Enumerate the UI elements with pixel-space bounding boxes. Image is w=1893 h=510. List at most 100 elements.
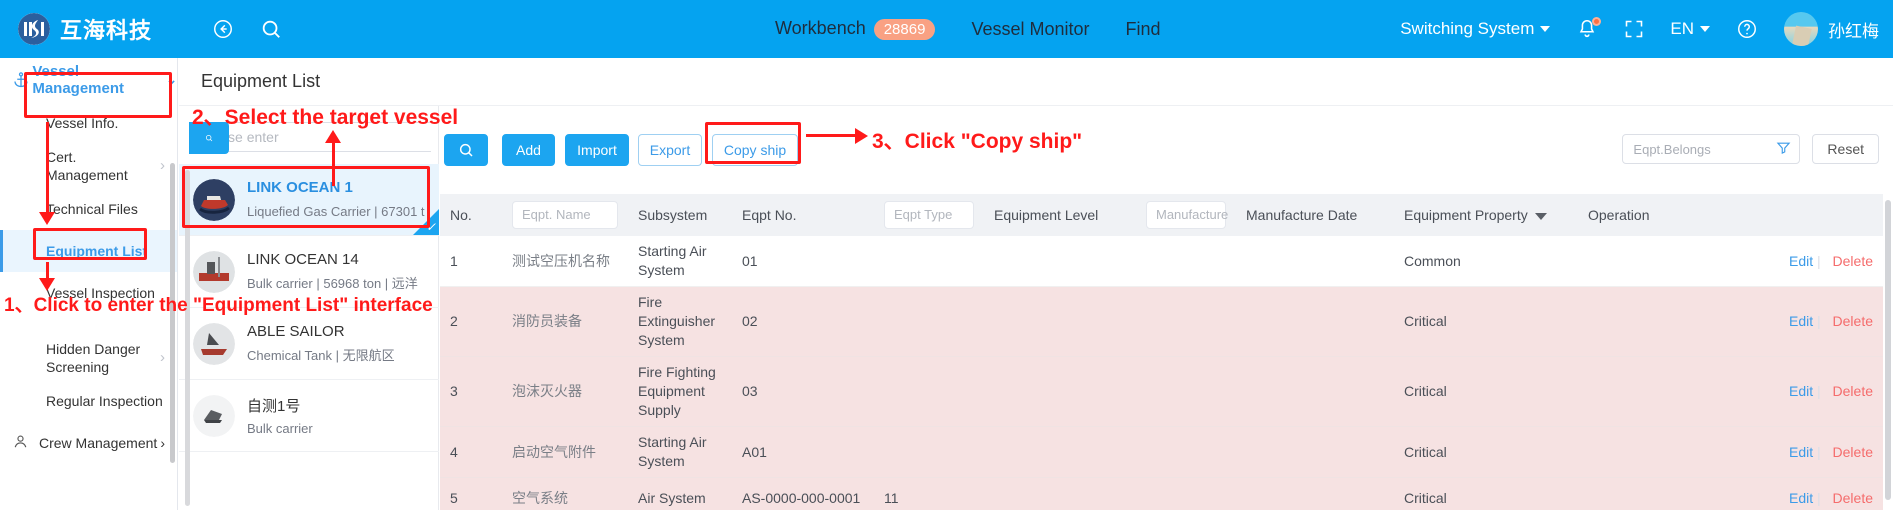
sidebar-group-label: Vessel Management	[32, 63, 125, 97]
import-button[interactable]: Import	[565, 134, 629, 166]
sidebar-item-crew-management[interactable]: Crew Management ›	[0, 422, 177, 464]
ship-photo-thumb	[193, 178, 235, 221]
nav-item-workbench[interactable]: Workbench 28869	[775, 18, 936, 40]
vessel-name: 自测1号	[247, 398, 301, 415]
user-name: 孙红梅	[1828, 21, 1879, 42]
search-icon[interactable]	[260, 18, 282, 40]
export-button[interactable]: Export	[638, 134, 702, 166]
nav-item-vessel-monitor[interactable]: Vessel Monitor	[971, 19, 1089, 40]
sidebar-item-label: Regular Inspection	[46, 393, 163, 409]
cell-property: Critical	[1394, 426, 1578, 478]
table-row[interactable]: 5 空气系统 Air System AS-0000-000-0001 11 Cr…	[440, 477, 1883, 510]
eqpt-type-filter-input[interactable]: Eqpt Type	[884, 201, 974, 229]
sidebar-item-regular-inspection[interactable]: Regular Inspection	[0, 380, 177, 422]
delete-link[interactable]: Delete	[1833, 444, 1873, 460]
col-subsystem: Subsystem	[628, 194, 732, 236]
vessel-list-item-link-ocean-14[interactable]: LINK OCEAN 14 Bulk carrier | 56968 ton |…	[179, 236, 439, 308]
sidebar-item-vessel-info[interactable]: Vessel Info.	[0, 102, 177, 144]
table-row[interactable]: 2 消防员装备 Fire Extinguisher System 02 Crit…	[440, 286, 1883, 357]
add-button[interactable]: Add	[502, 134, 555, 166]
cell-manufacture-date	[1236, 236, 1394, 287]
workbench-count-badge: 28869	[873, 18, 936, 40]
cell-manufacture	[1136, 356, 1236, 427]
sidebar-item-label: Vessel Inspection	[46, 285, 155, 301]
equipment-table-wrapper: No. Eqpt. Name Subsystem Eqpt No. Eqpt T…	[440, 194, 1893, 510]
sidebar-item-equipment-list[interactable]: Equipment List	[0, 230, 177, 272]
back-arrow-circle-icon[interactable]	[212, 18, 234, 40]
chevron-right-icon: ›	[160, 349, 165, 366]
col-eqpt-no: Eqpt No.	[732, 194, 874, 236]
col-label: Manufacture Date	[1246, 207, 1358, 223]
cell-subsystem: Air System	[628, 477, 732, 510]
eqpt-belongs-select[interactable]: Eqpt.Belongs	[1622, 134, 1801, 164]
ship-photo-thumb	[193, 322, 235, 365]
sort-descending-icon[interactable]	[1534, 212, 1547, 220]
chevron-down-icon: ⌄	[166, 72, 177, 87]
col-equipment-property[interactable]: Equipment Property	[1394, 194, 1578, 236]
brand-name: 互海科技	[60, 19, 153, 44]
cell-operation: Edit | Delete	[1578, 286, 1883, 357]
cell-manufacture	[1136, 286, 1236, 357]
copy-ship-button[interactable]: Copy ship	[712, 134, 798, 166]
toolbar-search-button[interactable]	[444, 134, 488, 166]
table-row[interactable]: 3 泡沫灭火器 Fire Fighting Equipment Supply 0…	[440, 356, 1883, 427]
sidebar-item-hidden-danger-screening[interactable]: Hidden Danger Screening ›	[0, 336, 177, 380]
edit-link[interactable]: Edit	[1789, 383, 1813, 399]
manufacture-filter-input[interactable]: Manufacture	[1146, 201, 1228, 229]
chevron-down-icon	[1700, 26, 1710, 32]
switching-system-button[interactable]: Switching System	[1400, 19, 1551, 39]
vessel-list-scrollbar[interactable]	[185, 170, 190, 506]
brand-logo-area[interactable]: 互海科技	[18, 13, 152, 45]
cell-manufacture-date	[1236, 356, 1394, 427]
sidebar-item-vessel-inspection[interactable]: Vessel Inspection	[0, 272, 177, 314]
delete-link[interactable]: Delete	[1833, 253, 1873, 269]
sidebar-scrollbar[interactable]	[170, 163, 175, 463]
cell-level	[984, 236, 1136, 287]
sidebar-item-cert-management[interactable]: Cert. Management ›	[0, 144, 177, 188]
sidebar-item-technical-files[interactable]: Technical Files	[0, 188, 177, 230]
delete-link[interactable]: Delete	[1833, 383, 1873, 399]
sidebar-group-vessel-management[interactable]: Vessel Management ⌄	[0, 58, 177, 102]
edit-link[interactable]: Edit	[1789, 313, 1813, 329]
user-profile[interactable]: 孙红梅	[1784, 12, 1879, 46]
delete-link[interactable]: Delete	[1833, 313, 1873, 329]
check-icon: ✓	[425, 220, 436, 234]
vessel-search-button[interactable]	[189, 122, 229, 154]
vessel-meta: Bulk carrier	[247, 421, 313, 436]
language-selector[interactable]: EN	[1670, 19, 1710, 39]
top-header-bar: 互海科技 Workbench 28869 Vessel Monitor Find …	[0, 0, 1893, 58]
edit-link[interactable]: Edit	[1789, 490, 1813, 506]
fullscreen-expand-icon[interactable]	[1624, 19, 1644, 39]
cell-no: 4	[440, 426, 502, 478]
cell-no: 3	[440, 356, 502, 427]
eqpt-name-filter-input[interactable]: Eqpt. Name	[512, 201, 618, 229]
cell-eqpt-type: 11	[874, 477, 984, 510]
cell-eqpt-no: 03	[732, 356, 874, 427]
table-row[interactable]: 4 启动空气附件 Starting Air System A01 Critica…	[440, 426, 1883, 478]
vessel-list: LINK OCEAN 1 Liquefied Gas Carrier | 673…	[179, 164, 439, 510]
chevron-right-icon: ›	[160, 157, 165, 174]
vessel-list-item-able-sailor[interactable]: ABLE SAILOR Chemical Tank | 无限航区	[179, 308, 439, 380]
vessel-list-item-link-ocean-1[interactable]: LINK OCEAN 1 Liquefied Gas Carrier | 673…	[179, 164, 439, 236]
action-toolbar: Add Import Export Copy ship Eqpt.Belongs…	[440, 106, 1893, 194]
help-question-icon[interactable]	[1736, 18, 1758, 40]
main-scrollbar[interactable]	[1885, 200, 1891, 500]
col-eqpt-name: Eqpt. Name	[502, 194, 628, 236]
edit-link[interactable]: Edit	[1789, 253, 1813, 269]
cell-eqpt-name: 测试空压机名称	[502, 236, 628, 287]
cell-manufacture	[1136, 477, 1236, 510]
vessel-list-item-zice1hao[interactable]: 自测1号 Bulk carrier	[179, 380, 439, 452]
notification-bell-icon[interactable]	[1576, 17, 1602, 40]
reset-button[interactable]: Reset	[1812, 134, 1879, 164]
sidebar-item-label: Hidden Danger Screening	[46, 341, 141, 375]
cell-manufacture-date	[1236, 477, 1394, 510]
nav-item-find[interactable]: Find	[1126, 19, 1161, 40]
anchor-icon	[12, 71, 32, 89]
table-row[interactable]: 1 测试空压机名称 Starting Air System 01 Common …	[440, 236, 1883, 287]
person-icon	[12, 433, 29, 453]
toolbar-filters: Eqpt.Belongs Reset	[1622, 134, 1879, 164]
delete-link[interactable]: Delete	[1833, 490, 1873, 506]
cell-eqpt-name: 消防员装备	[502, 286, 628, 357]
edit-link[interactable]: Edit	[1789, 444, 1813, 460]
separator: |	[1817, 443, 1821, 460]
